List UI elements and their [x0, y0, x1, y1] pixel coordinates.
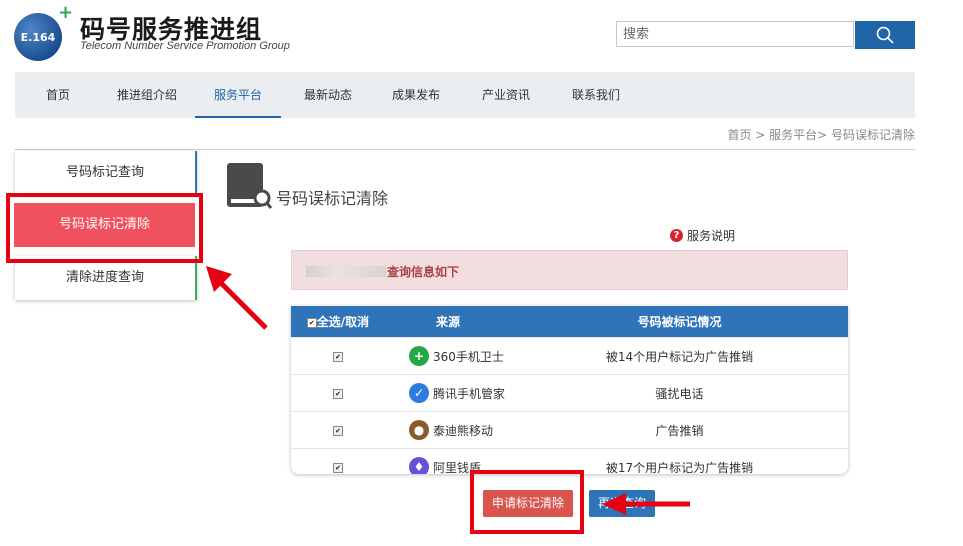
nav-news[interactable]: 最新动态	[297, 72, 359, 118]
info-text: 查询信息如下	[387, 265, 460, 279]
source-label: 腾讯手机管家	[433, 386, 506, 401]
site-logo[interactable]: E.164	[14, 13, 62, 61]
info-bar: 查询信息如下	[291, 250, 848, 290]
nav-service-platform[interactable]: 服务平台	[195, 72, 281, 118]
annotation-arrow-icon	[206, 266, 268, 330]
nav-home[interactable]: 首页	[35, 72, 81, 118]
divider	[15, 149, 915, 150]
mark-table: ✔ 全选/取消 来源 号码被标记情况 ✔ + 360手机卫士 被14个用户标记为广…	[291, 306, 848, 474]
360-guard-icon: +	[409, 346, 429, 366]
question-icon: ?	[670, 229, 683, 242]
nav-contact[interactable]: 联系我们	[565, 72, 627, 118]
select-all-checkbox[interactable]: ✔	[306, 317, 317, 328]
table-row: ✔ ✓ 腾讯手机管家 骚扰电话	[291, 374, 848, 412]
status-header: 号码被标记情况	[511, 306, 848, 338]
select-all-label: 全选/取消	[316, 315, 370, 329]
book-search-icon	[227, 163, 272, 209]
search-button[interactable]	[855, 21, 915, 49]
select-all-header[interactable]: ✔ 全选/取消	[291, 306, 385, 338]
table-row: ✔ + 360手机卫士 被14个用户标记为广告推销	[291, 337, 848, 375]
source-label: 泰迪熊移动	[433, 423, 494, 438]
teddy-bear-icon: ●	[409, 420, 429, 440]
row-checkbox[interactable]: ✔	[333, 425, 343, 436]
table-row: ✔ ● 泰迪熊移动 广告推销	[291, 411, 848, 449]
site-subtitle: Telecom Number Service Promotion Group	[80, 40, 290, 52]
plus-icon: +	[58, 2, 74, 23]
tencent-manager-icon: ✓	[409, 383, 429, 403]
annotation-box-sidebar	[6, 193, 203, 263]
row-checkbox[interactable]: ✔	[333, 388, 343, 399]
source-header: 来源	[385, 306, 511, 338]
section-title: 号码误标记清除	[276, 189, 389, 208]
search-icon	[876, 26, 894, 44]
mark-status: 骚扰电话	[511, 374, 848, 412]
help-link[interactable]: ? 服务说明	[670, 227, 735, 244]
breadcrumb[interactable]: 首页 > 服务平台> 号码误标记清除	[727, 126, 915, 143]
row-checkbox[interactable]: ✔	[333, 462, 343, 473]
main-nav: 首页 推进组介绍 服务平台 最新动态 成果发布 产业资讯 联系我们	[15, 72, 915, 118]
annotation-box-apply	[470, 470, 584, 534]
help-label: 服务说明	[687, 229, 736, 243]
nav-about[interactable]: 推进组介绍	[111, 72, 183, 118]
annotation-arrow-left-icon	[602, 493, 690, 515]
nav-industry[interactable]: 产业资讯	[475, 72, 537, 118]
row-checkbox[interactable]: ✔	[333, 351, 343, 362]
masked-number	[306, 266, 386, 277]
search-input[interactable]	[616, 21, 854, 47]
sidebar-item-mark-query[interactable]: 号码标记查询	[15, 151, 197, 195]
mark-status: 广告推销	[511, 411, 848, 449]
table-header-row: ✔ 全选/取消 来源 号码被标记情况	[291, 306, 848, 338]
mark-status: 被14个用户标记为广告推销	[511, 337, 848, 375]
nav-results[interactable]: 成果发布	[385, 72, 447, 118]
ali-shield-icon: ♦	[409, 457, 429, 474]
logo-text: E.164	[20, 30, 56, 44]
source-label: 360手机卫士	[433, 349, 504, 364]
